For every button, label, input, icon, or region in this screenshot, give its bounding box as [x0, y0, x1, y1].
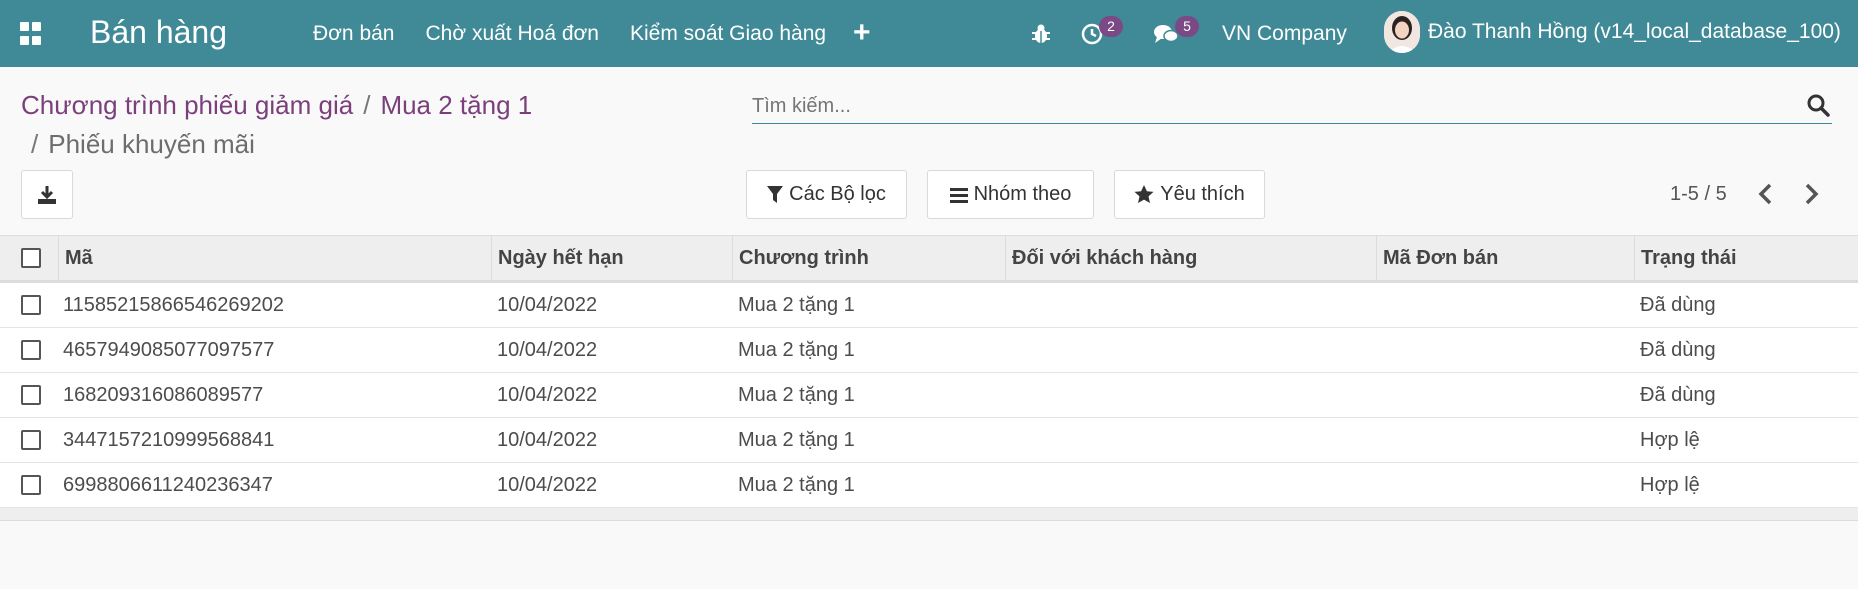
coupon-list-table: Mã Ngày hết hạn Chương trình Đối với khá…: [0, 235, 1858, 521]
app-title[interactable]: Bán hàng: [90, 14, 227, 51]
table-footer: [0, 508, 1858, 521]
table-row[interactable]: 6998806611240236347 10/04/2022 Mua 2 tặn…: [0, 463, 1858, 508]
cell-code: 11585215866546269202: [63, 293, 284, 316]
apps-menu-icon[interactable]: [20, 22, 44, 46]
pager-value[interactable]: 1-5 / 5: [1670, 183, 1727, 206]
download-icon: [38, 185, 56, 204]
row-checkbox[interactable]: [21, 418, 41, 462]
user-name: Đào Thanh Hồng (v14_local_database_100): [1428, 20, 1841, 43]
cell-expiry: 10/04/2022: [497, 473, 598, 496]
column-header-order[interactable]: Mã Đơn bán: [1376, 236, 1498, 280]
favorites-label: Yêu thích: [1160, 183, 1245, 205]
activity-count-badge: 2: [1099, 16, 1123, 37]
row-checkbox[interactable]: [21, 463, 41, 507]
filters-button[interactable]: Các Bộ lọc: [746, 170, 907, 219]
cell-program: Mua 2 tặng 1: [738, 338, 855, 361]
main-menu: Đơn bán Chờ xuất Hoá đơn Kiểm soát Giao …: [313, 22, 826, 46]
search-input[interactable]: [752, 90, 1782, 122]
cell-code: 4657949085077097577: [63, 338, 275, 361]
menu-item-delivery-control[interactable]: Kiểm soát Giao hàng: [630, 22, 826, 46]
top-navbar: Bán hàng Đơn bán Chờ xuất Hoá đơn Kiểm s…: [0, 0, 1858, 67]
table-row[interactable]: 168209316086089577 10/04/2022 Mua 2 tặng…: [0, 373, 1858, 418]
cell-status: Hợp lệ: [1640, 428, 1700, 451]
column-header-program[interactable]: Chương trình: [732, 236, 869, 280]
table-row[interactable]: 3447157210999568841 10/04/2022 Mua 2 tặn…: [0, 418, 1858, 463]
row-checkbox[interactable]: [21, 283, 41, 327]
column-header-status[interactable]: Trạng thái: [1634, 236, 1737, 280]
breadcrumb-item-buy2get1[interactable]: Mua 2 tặng 1: [380, 90, 532, 120]
cell-code: 6998806611240236347: [63, 473, 273, 496]
cell-program: Mua 2 tặng 1: [738, 428, 855, 451]
menu-item-orders[interactable]: Đơn bán: [313, 22, 395, 46]
filters-label: Các Bộ lọc: [789, 183, 886, 205]
filter-icon: [767, 185, 784, 203]
breadcrumb-separator: /: [363, 90, 371, 120]
cell-code: 3447157210999568841: [63, 428, 275, 451]
bars-icon: [949, 187, 968, 203]
search-bar: [752, 90, 1832, 124]
search-icon[interactable]: [1806, 93, 1832, 119]
column-header-customer[interactable]: Đối với khách hàng: [1005, 236, 1197, 280]
select-all-checkbox[interactable]: [21, 236, 41, 280]
favorites-button[interactable]: Yêu thích: [1114, 170, 1265, 219]
column-header-code[interactable]: Mã: [58, 236, 93, 280]
breadcrumb: Chương trình phiếu giảm giá / Mua 2 tặng 1…: [21, 86, 581, 164]
cell-program: Mua 2 tặng 1: [738, 473, 855, 496]
cell-code: 168209316086089577: [63, 383, 264, 406]
row-checkbox[interactable]: [21, 373, 41, 417]
star-icon: [1134, 185, 1154, 203]
debug-bug-icon[interactable]: [1031, 0, 1051, 67]
chevron-right-icon[interactable]: [1797, 180, 1825, 208]
export-button[interactable]: [21, 170, 73, 219]
table-row[interactable]: 4657949085077097577 10/04/2022 Mua 2 tặn…: [0, 328, 1858, 373]
messaging-menu[interactable]: 5: [1153, 0, 1199, 67]
cell-expiry: 10/04/2022: [497, 338, 598, 361]
cell-expiry: 10/04/2022: [497, 293, 598, 316]
breadcrumb-separator: /: [31, 129, 39, 159]
table-header: Mã Ngày hết hạn Chương trình Đối với khá…: [0, 235, 1858, 283]
breadcrumb-current: Phiếu khuyến mãi: [48, 129, 255, 159]
cell-status: Đã dùng: [1640, 293, 1716, 316]
cell-expiry: 10/04/2022: [497, 428, 598, 451]
message-count-badge: 5: [1175, 16, 1199, 37]
plus-icon[interactable]: +: [853, 16, 871, 50]
cell-program: Mua 2 tặng 1: [738, 383, 855, 406]
activity-menu[interactable]: 2: [1081, 0, 1123, 67]
row-checkbox[interactable]: [21, 328, 41, 372]
table-row[interactable]: 11585215866546269202 10/04/2022 Mua 2 tặ…: [0, 283, 1858, 328]
column-header-expiry[interactable]: Ngày hết hạn: [491, 236, 624, 280]
groupby-label: Nhóm theo: [973, 183, 1072, 205]
user-menu[interactable]: Đào Thanh Hồng (v14_local_database_100): [1384, 11, 1841, 53]
cell-status: Đã dùng: [1640, 383, 1716, 406]
groupby-button[interactable]: Nhóm theo: [927, 170, 1094, 219]
chevron-left-icon[interactable]: [1752, 180, 1780, 208]
breadcrumb-item-coupon-program[interactable]: Chương trình phiếu giảm giá: [21, 90, 353, 120]
cell-status: Hợp lệ: [1640, 473, 1700, 496]
cell-status: Đã dùng: [1640, 338, 1716, 361]
avatar: [1384, 11, 1420, 53]
cell-expiry: 10/04/2022: [497, 383, 598, 406]
cell-program: Mua 2 tặng 1: [738, 293, 855, 316]
menu-item-to-invoice[interactable]: Chờ xuất Hoá đơn: [426, 22, 599, 46]
company-switcher[interactable]: VN Company: [1222, 22, 1347, 46]
